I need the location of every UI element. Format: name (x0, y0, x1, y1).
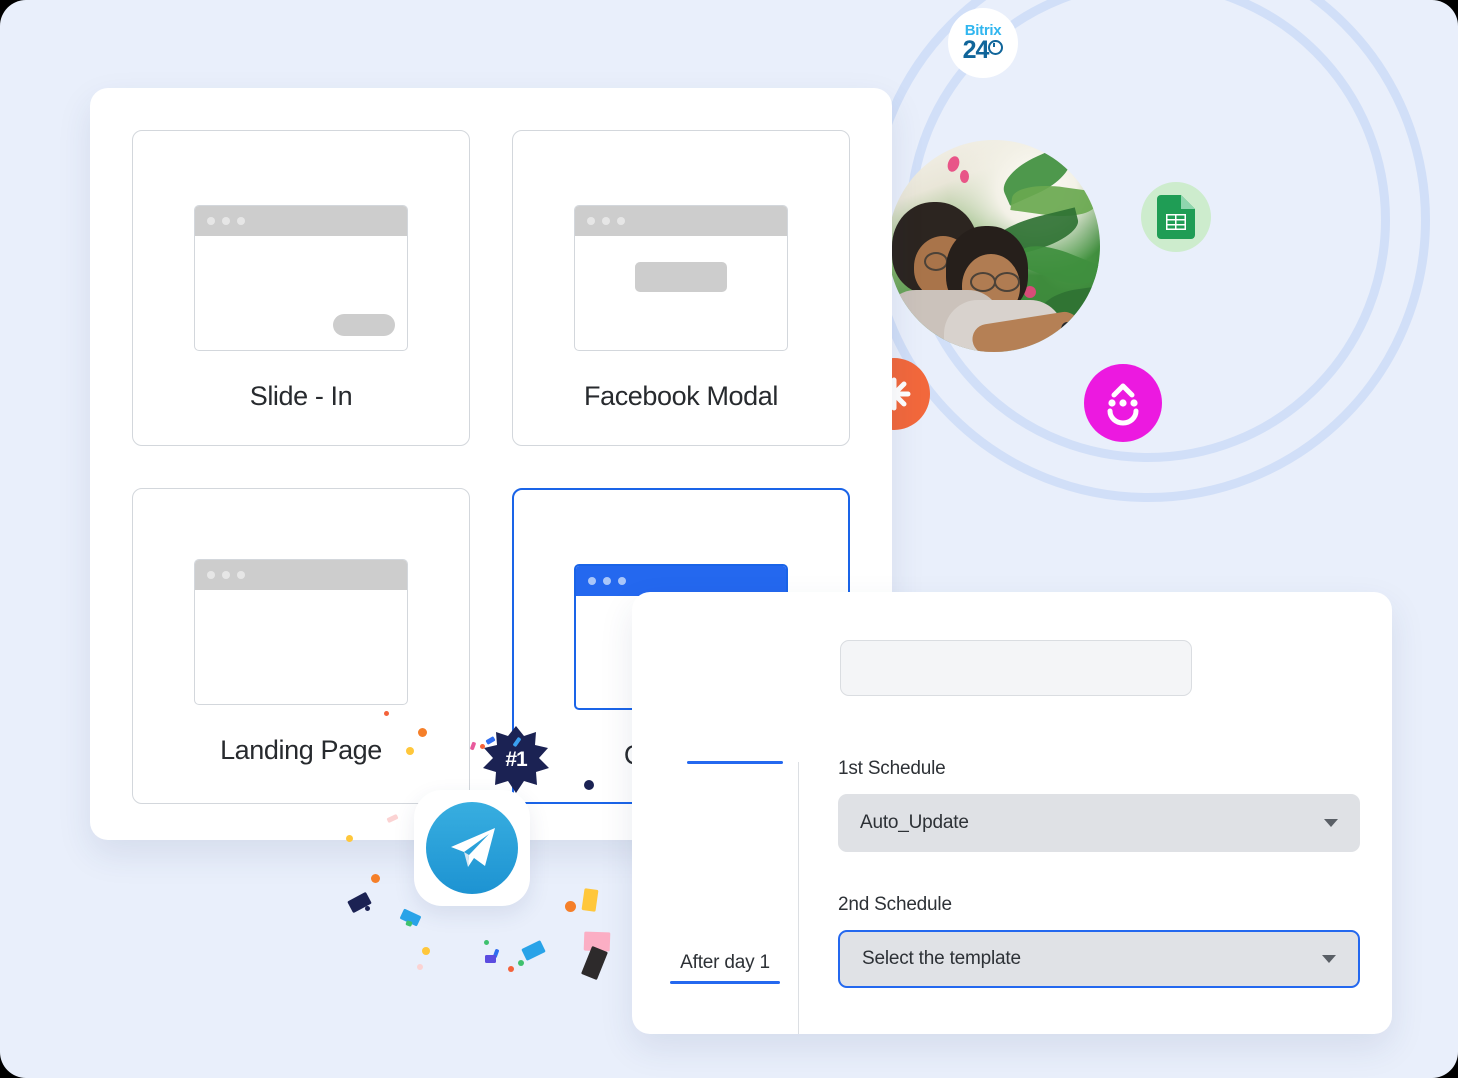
window-dot-icon (207, 571, 215, 579)
schedule-panel: After day 1 1st Schedule Auto_Update 2nd… (632, 592, 1392, 1034)
smiley-icon (1084, 364, 1162, 442)
template-card-landing-page[interactable]: Landing Page (132, 488, 470, 804)
window-dot-icon (587, 217, 595, 225)
window-dot-icon (602, 217, 610, 225)
second-schedule-select[interactable]: Select the template (838, 930, 1360, 988)
telegram-icon (414, 790, 530, 906)
step-underline (670, 981, 780, 984)
telegram-icon-circle (426, 802, 518, 894)
confetti-piece (484, 940, 489, 945)
window-dot-icon (222, 571, 230, 579)
blossom-decor (945, 154, 962, 174)
confetti-piece (384, 711, 389, 716)
blossom-decor (960, 170, 969, 183)
bitrix24-logo: Bitrix 24 (948, 8, 1018, 78)
search-input[interactable] (840, 640, 1192, 696)
confetti-piece (346, 835, 353, 842)
confetti-piece (405, 920, 413, 927)
step-label: After day 1 (680, 952, 770, 973)
chevron-down-icon (1324, 819, 1338, 827)
confetti-piece (418, 728, 427, 737)
window-mock (574, 205, 788, 351)
confetti-piece (371, 874, 380, 883)
confetti-piece (422, 947, 430, 955)
window-titlebar (575, 206, 787, 236)
confetti-piece (365, 906, 370, 911)
confetti-piece (485, 955, 496, 963)
confetti-piece (518, 960, 524, 966)
template-card-label: Facebook Modal (583, 381, 778, 411)
first-schedule-select[interactable]: Auto_Update (838, 794, 1360, 852)
confetti-piece (580, 945, 609, 981)
mock-modal-box (635, 262, 727, 292)
window-dot-icon (618, 577, 626, 585)
confetti-piece (508, 966, 514, 972)
window-dot-icon (617, 217, 625, 225)
window-dot-icon (603, 577, 611, 585)
window-dot-icon (588, 577, 596, 585)
active-step-indicator (687, 761, 783, 764)
google-sheets-icon (1141, 182, 1211, 252)
team-photo-avatar (888, 140, 1100, 352)
window-titlebar (195, 560, 407, 590)
glasses-icon (970, 272, 996, 292)
confetti-piece (417, 964, 423, 970)
glasses-icon (994, 272, 1020, 292)
clock-icon (988, 40, 1004, 55)
window-dot-icon (237, 217, 245, 225)
glasses-icon (924, 252, 948, 271)
field-label: 1st Schedule (838, 758, 946, 779)
template-thumbnail (194, 559, 408, 705)
bitrix-logo-number-row: 24 (963, 38, 1004, 63)
template-card-label: Slide - In (249, 381, 353, 411)
confetti-piece (581, 888, 599, 912)
mock-button (333, 314, 395, 336)
confetti-piece (521, 940, 546, 961)
window-mock (194, 559, 408, 705)
template-thumbnail (194, 205, 408, 351)
confetti-piece (584, 780, 594, 790)
window-titlebar (195, 206, 407, 236)
bitrix-logo-number: 24 (962, 36, 990, 64)
select-value: Auto_Update (860, 812, 969, 833)
template-thumbnail (574, 205, 788, 351)
window-dot-icon (207, 217, 215, 225)
rank-badge: #1 (480, 724, 552, 796)
confetti-piece (565, 901, 576, 912)
window-mock (194, 205, 408, 351)
rank-badge-label: #1 (505, 748, 527, 771)
template-card-facebook-modal[interactable]: Facebook Modal (512, 130, 850, 446)
window-dot-icon (222, 217, 230, 225)
template-card-label: Landing Page (220, 735, 382, 765)
select-value: Select the template (862, 948, 1021, 969)
confetti-piece (406, 747, 414, 755)
step-after-day-1[interactable]: After day 1 (670, 952, 780, 984)
field-group-first-schedule: 1st Schedule Auto_Update (838, 758, 1360, 852)
window-dot-icon (237, 571, 245, 579)
chevron-down-icon (1322, 955, 1336, 963)
field-label: 2nd Schedule (838, 894, 952, 915)
page-root: Bitrix 24 Slide - In Facebook Modal Land… (0, 0, 1458, 1078)
confetti-piece (480, 744, 485, 749)
template-card-slide-in[interactable]: Slide - In (132, 130, 470, 446)
panel-divider (798, 762, 799, 1034)
field-group-second-schedule: 2nd Schedule Select the template (838, 894, 1360, 988)
